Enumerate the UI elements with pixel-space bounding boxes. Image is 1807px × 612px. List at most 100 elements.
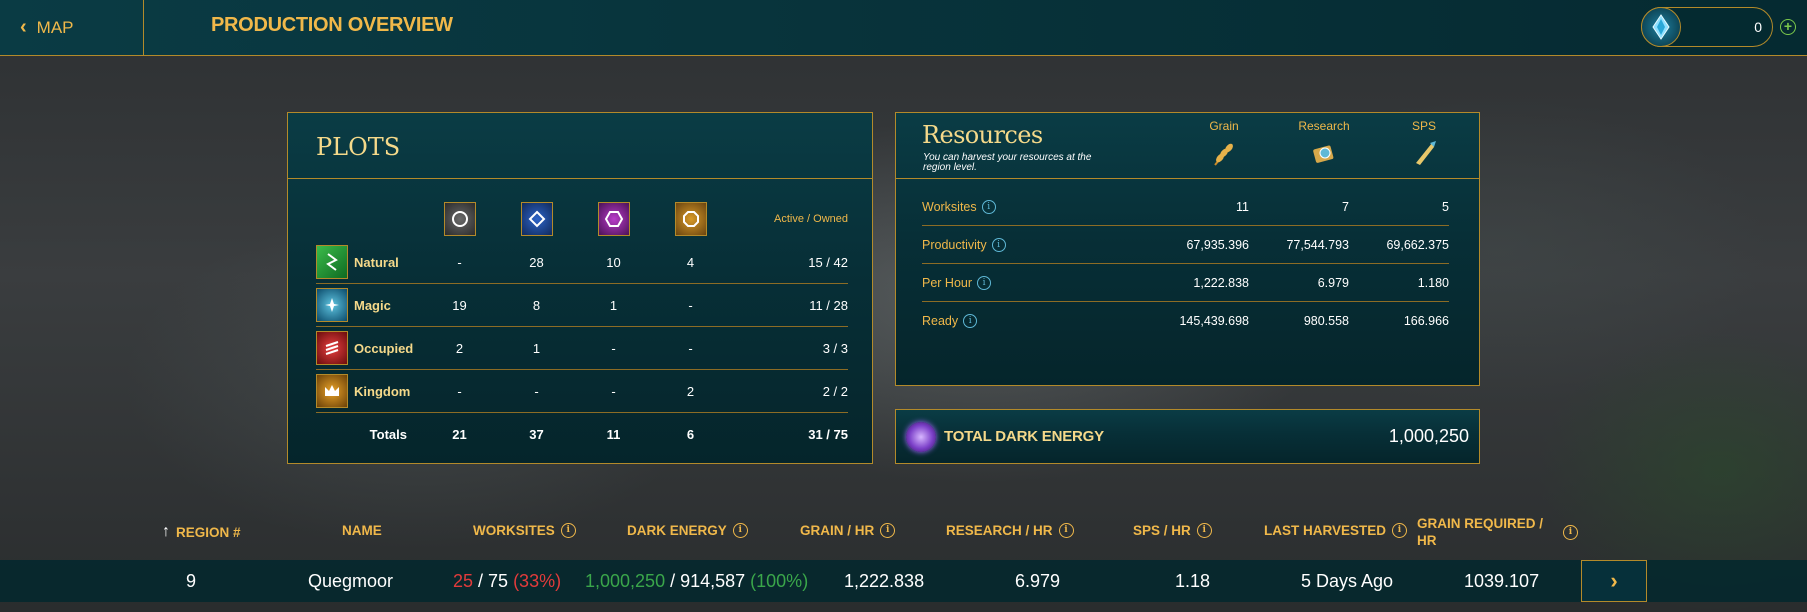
resources-title: Resources — [922, 121, 1043, 149]
circle-icon — [443, 202, 476, 236]
plots-header-row: Active / Owned — [316, 197, 848, 241]
active-owned-value: 3 / 3 — [822, 340, 848, 356]
research-hr-value: 6.979 — [1015, 571, 1061, 591]
header-label: REGION # — [176, 524, 241, 540]
total-active-owned: 31 / 75 — [808, 427, 848, 442]
worksites-value: 25 / 75 (33%) — [453, 571, 562, 591]
map-back-button[interactable]: ‹ MAP — [0, 0, 144, 55]
plot-count: 28 — [529, 254, 544, 270]
plot-count: - — [688, 297, 693, 313]
resource-row-per-hour: Per Hour i 1,222.838 6.979 1.180 — [922, 264, 1449, 302]
last-harvested-header[interactable]: LAST HARVESTED i — [1264, 523, 1408, 538]
resource-row-label: Ready — [922, 314, 959, 328]
sort-region-header[interactable]: ↑ REGION # — [162, 523, 241, 541]
occupied-icon — [316, 331, 348, 365]
info-icon[interactable]: i — [991, 237, 1006, 252]
resource-value: 11 — [1236, 199, 1249, 214]
totals-label: Totals — [369, 427, 407, 442]
column-header-sps: SPS — [1389, 119, 1459, 167]
plot-type-label: Natural — [354, 254, 399, 270]
header-label: RESEARCH / HR — [946, 523, 1053, 538]
info-icon[interactable]: i — [560, 523, 576, 538]
grain-hr-header[interactable]: GRAIN / HR i — [800, 523, 896, 538]
resources-table: Worksites i 11 7 5 Productivity i 67,935.3… — [922, 188, 1449, 340]
currency-display: 0 — [1641, 7, 1773, 47]
resources-panel: Resources You can harvest your resources… — [895, 112, 1480, 386]
plot-count: 1 — [532, 340, 541, 356]
grain-icon — [1214, 143, 1233, 166]
column-label: Grain — [1209, 119, 1239, 133]
resource-value: 145,439.698 — [1179, 314, 1249, 328]
resource-value: 1.180 — [1417, 275, 1449, 290]
plot-count: - — [611, 340, 616, 356]
page-title: PRODUCTION OVERVIEW — [211, 14, 453, 36]
grain-required-header[interactable]: GRAIN REQUIRED / HR i — [1417, 515, 1578, 549]
plus-icon[interactable]: + — [1780, 19, 1796, 35]
resources-subtitle: You can harvest your resources at the re… — [923, 152, 1092, 173]
currency-value: 0 — [1754, 19, 1762, 35]
table-row[interactable]: 9 Quegmoor 25 / 75 (33%) 1,000,250 / 914… — [0, 560, 1807, 602]
plot-count: 2 — [455, 340, 464, 356]
resource-value: 69,662.375 — [1386, 237, 1449, 252]
last-harvested-value: 5 Days Ago — [1301, 571, 1394, 591]
dark-energy-header[interactable]: DARK ENERGY i — [627, 523, 748, 538]
plots-title: PLOTS — [316, 133, 401, 161]
resource-row-ready: Ready i 145,439.698 980.558 166.966 — [922, 302, 1449, 340]
info-icon[interactable]: i — [981, 199, 996, 214]
header-label: LAST HARVESTED — [1264, 523, 1387, 538]
info-icon[interactable]: i — [977, 275, 992, 290]
natural-icon — [316, 245, 348, 279]
total-count: 21 — [452, 427, 467, 442]
info-icon[interactable]: i — [880, 523, 896, 538]
worksites-header[interactable]: WORKSITES i — [473, 523, 576, 538]
info-icon[interactable]: i — [732, 523, 748, 538]
plot-count: 10 — [606, 254, 621, 270]
hexagon-icon — [597, 202, 630, 236]
plots-panel: PLOTS Active / Owned Natural - 28 10 4 1… — [287, 112, 873, 464]
sps-hr-value: 1.18 — [1175, 571, 1211, 591]
resources-header: Resources You can harvest your resources… — [896, 113, 1479, 179]
active-owned-label: Active / Owned — [774, 213, 848, 225]
info-icon[interactable]: i — [963, 314, 978, 328]
resource-value: 980.558 — [1303, 314, 1349, 328]
resource-value: 7 — [1342, 199, 1349, 214]
total-count: 37 — [529, 427, 544, 442]
header-label: DARK ENERGY — [627, 523, 727, 538]
plot-count: - — [688, 340, 693, 356]
resource-value: 6.979 — [1317, 275, 1349, 290]
go-to-region-button[interactable]: › — [1581, 560, 1647, 602]
region-table-header: ↑ REGION # NAME WORKSITES i DARK ENERGY … — [0, 512, 1807, 560]
plot-count: 4 — [686, 254, 695, 270]
info-icon[interactable]: i — [1392, 523, 1408, 538]
header-label: NAME — [342, 523, 382, 538]
grain-required-value: 1039.107 — [1464, 571, 1540, 591]
plot-count: - — [611, 383, 616, 399]
header-label: GRAIN / HR — [800, 523, 875, 538]
sps-icon — [1416, 141, 1436, 165]
header-label: SPS / HR — [1133, 523, 1191, 538]
chevron-left-icon: ‹ — [20, 16, 27, 38]
info-icon[interactable]: i — [1563, 524, 1578, 540]
header-label: WORKSITES — [473, 523, 555, 538]
plot-count: 1 — [609, 297, 618, 313]
column-header-grain: Grain — [1189, 119, 1259, 167]
resource-row-productivity: Productivity i 67,935.396 77,544.793 69,6… — [922, 226, 1449, 264]
plots-row-occupied: Occupied 2 1 - - 3 / 3 — [316, 327, 848, 370]
octagon-icon — [674, 202, 707, 236]
research-hr-header[interactable]: RESEARCH / HR i — [946, 523, 1074, 538]
info-icon[interactable]: i — [1058, 523, 1074, 538]
sps-hr-header[interactable]: SPS / HR i — [1133, 523, 1212, 538]
total-count: 11 — [606, 427, 621, 442]
info-icon[interactable]: i — [1196, 523, 1212, 538]
plots-row-magic: Magic 19 8 1 - 11 / 28 — [316, 284, 848, 327]
dark-energy-value: 1,000,250 — [1388, 426, 1469, 446]
grain-hr-value: 1,222.838 — [844, 571, 925, 591]
plots-header: PLOTS — [288, 113, 872, 179]
magic-icon — [316, 288, 348, 322]
diamond-icon — [520, 202, 553, 236]
name-header[interactable]: NAME — [342, 523, 382, 538]
region-number: 9 — [186, 571, 197, 591]
total-dark-energy-panel: TOTAL DARK ENERGY 1,000,250 — [895, 409, 1480, 464]
plot-type-label: Kingdom — [354, 383, 411, 399]
region-name: Quegmoor — [308, 571, 394, 591]
